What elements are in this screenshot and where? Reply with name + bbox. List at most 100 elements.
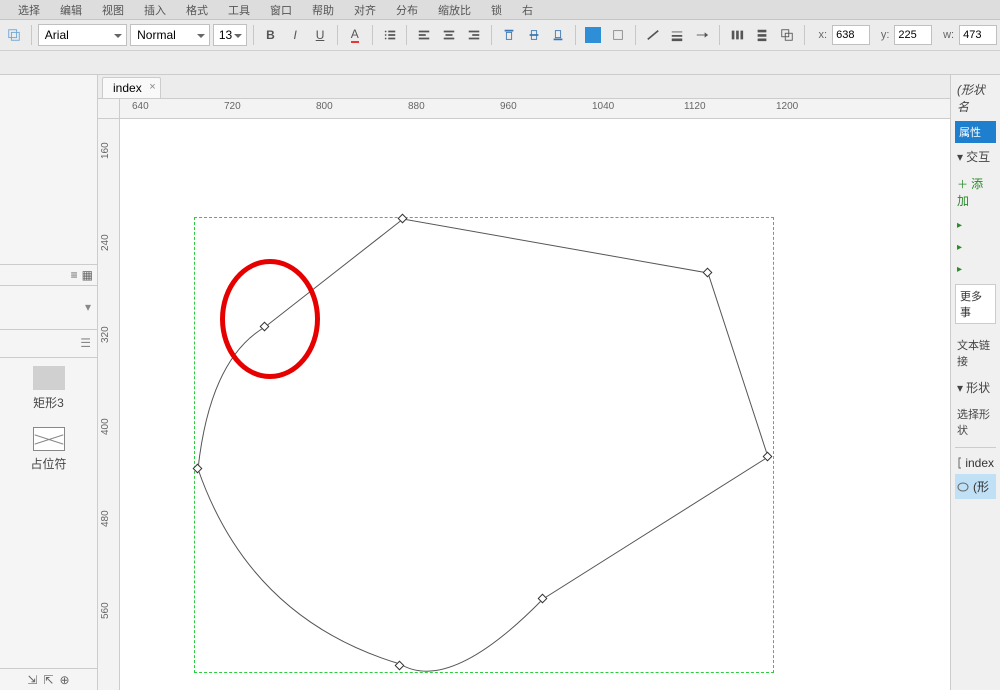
- ruler-tick: 640: [132, 101, 149, 112]
- canvas[interactable]: [120, 119, 950, 690]
- menu-item[interactable]: 格式: [186, 2, 208, 18]
- menu-item[interactable]: 窗口: [270, 2, 292, 18]
- font-family-select[interactable]: Arial: [38, 24, 127, 46]
- y-input[interactable]: 225: [894, 25, 932, 45]
- arrow-icon: ▸: [957, 220, 962, 231]
- valign-middle-button[interactable]: [523, 24, 545, 46]
- shape-icon: [957, 481, 969, 493]
- subtoolbar: +: [0, 51, 1000, 75]
- ruler-tick: 320: [100, 326, 111, 343]
- y-label: y:: [881, 29, 890, 41]
- properties-tab[interactable]: 属性: [955, 121, 996, 143]
- annotation-circle: [220, 259, 320, 379]
- list-icon[interactable]: ≡: [71, 268, 78, 282]
- section-shape[interactable]: ▾ 形状: [955, 374, 996, 401]
- divider: [575, 25, 576, 45]
- left-panel: ≡ ▦ ▾ ☰ 矩形3 占位符 ⇲ ⇱ ⊕: [0, 75, 98, 690]
- inspector-panel: (形状名 属性 ▾ 交互 ＋ 添加 ▸ ▸ ▸ 更多事 文本链接 ▾ 形状 选择…: [950, 75, 1000, 690]
- menu-item[interactable]: 锁: [491, 2, 502, 18]
- ruler-tick: 560: [100, 602, 111, 619]
- canvas-area[interactable]: 640 720 800 880 960 1040 1120 1200 160 2…: [98, 99, 950, 690]
- divider: [635, 25, 636, 45]
- arrow-icon: ▸: [957, 264, 962, 275]
- grid-icon[interactable]: ▦: [82, 268, 93, 282]
- align-left-button[interactable]: [413, 24, 435, 46]
- fill-dropdown-button[interactable]: [607, 24, 629, 46]
- ruler-tick: 1040: [592, 101, 614, 112]
- valign-top-button[interactable]: [498, 24, 520, 46]
- ruler-tick: 480: [100, 510, 111, 527]
- fill-color-button[interactable]: [582, 24, 604, 46]
- align-center-button[interactable]: [438, 24, 460, 46]
- ruler-tick: 720: [224, 101, 241, 112]
- menu-item[interactable]: 对齐: [354, 2, 376, 18]
- x-label: x:: [819, 29, 828, 41]
- ruler-tick: 880: [408, 101, 425, 112]
- align-right-button[interactable]: [463, 24, 485, 46]
- text-link-row[interactable]: 文本链接: [955, 332, 996, 374]
- menubar: 选择 编辑 视图 插入 格式 工具 窗口 帮助 对齐 分布 缩放比 锁 右: [0, 0, 1000, 20]
- add-interaction[interactable]: ＋ 添加: [955, 170, 996, 214]
- menu-item[interactable]: 插入: [144, 2, 166, 18]
- line-style-button[interactable]: [642, 24, 664, 46]
- bullet-list-button[interactable]: [379, 24, 401, 46]
- menu-item[interactable]: 缩放比: [438, 2, 471, 18]
- bars-icon[interactable]: ☰: [80, 336, 91, 350]
- shape-label: 占位符: [30, 455, 66, 472]
- main-layout: ≡ ▦ ▾ ☰ 矩形3 占位符 ⇲ ⇱ ⊕ index ×: [0, 75, 1000, 690]
- menu-item[interactable]: 帮助: [312, 2, 334, 18]
- x-input[interactable]: 638: [832, 25, 870, 45]
- divider: [719, 25, 720, 45]
- divider: [491, 25, 492, 45]
- more-events-button[interactable]: 更多事: [955, 284, 996, 324]
- menu-item[interactable]: 选择: [18, 2, 40, 18]
- font-weight-select[interactable]: Normal: [130, 24, 209, 46]
- menu-item[interactable]: 视图: [102, 2, 124, 18]
- distribute-v-button[interactable]: [751, 24, 773, 46]
- copy-button[interactable]: [3, 24, 25, 46]
- page-tab-index[interactable]: index ×: [102, 77, 161, 98]
- ruler-horizontal: 640 720 800 880 960 1040 1120 1200: [120, 99, 950, 119]
- bold-button[interactable]: B: [260, 24, 282, 46]
- menu-item[interactable]: 编辑: [60, 2, 82, 18]
- menu-item[interactable]: 右: [522, 2, 533, 18]
- interaction-item[interactable]: ▸: [955, 214, 996, 236]
- interaction-item[interactable]: ▸: [955, 236, 996, 258]
- select-shape-row[interactable]: 选择形状: [955, 401, 996, 443]
- underline-button[interactable]: U: [309, 24, 331, 46]
- freeform-shape[interactable]: [120, 119, 950, 690]
- shape-rect3[interactable]: 矩形3: [0, 358, 97, 419]
- add-icon[interactable]: ⊕: [60, 673, 70, 687]
- w-input[interactable]: 473: [959, 25, 997, 45]
- divider: [253, 25, 254, 45]
- interaction-item[interactable]: ▸: [955, 258, 996, 280]
- shape-placeholder[interactable]: 占位符: [0, 419, 97, 480]
- group-button[interactable]: [776, 24, 798, 46]
- import-icon[interactable]: ⇲: [27, 673, 37, 687]
- divider: [372, 25, 373, 45]
- close-icon[interactable]: ×: [149, 81, 155, 93]
- font-size-select[interactable]: 13: [213, 24, 247, 46]
- distribute-h-button[interactable]: [726, 24, 748, 46]
- menu-item[interactable]: 分布: [396, 2, 418, 18]
- ruler-tick: 1200: [776, 101, 798, 112]
- ruler-tick: 400: [100, 418, 111, 435]
- left-footer: ⇲ ⇱ ⊕: [0, 668, 97, 690]
- arrow-style-button[interactable]: [691, 24, 713, 46]
- ruler-tick: 160: [100, 142, 111, 159]
- line-width-button[interactable]: [667, 24, 689, 46]
- menu-item[interactable]: 工具: [228, 2, 250, 18]
- placeholder-icon: [33, 427, 65, 451]
- outline-shape[interactable]: (形: [955, 474, 996, 499]
- w-label: w:: [943, 29, 954, 41]
- export-icon[interactable]: ⇱: [43, 673, 53, 687]
- chevron-down-icon[interactable]: ▾: [85, 300, 91, 314]
- section-interact[interactable]: ▾ 交互: [955, 143, 996, 170]
- ruler-vertical: 160 240 320 400 480 560 640: [98, 119, 120, 690]
- italic-button[interactable]: I: [284, 24, 306, 46]
- text-color-button[interactable]: A: [344, 24, 366, 46]
- outline-index[interactable]: index: [955, 452, 996, 474]
- valign-bottom-button[interactable]: [547, 24, 569, 46]
- page-icon: [957, 457, 961, 469]
- page-tabs: index ×: [98, 75, 950, 99]
